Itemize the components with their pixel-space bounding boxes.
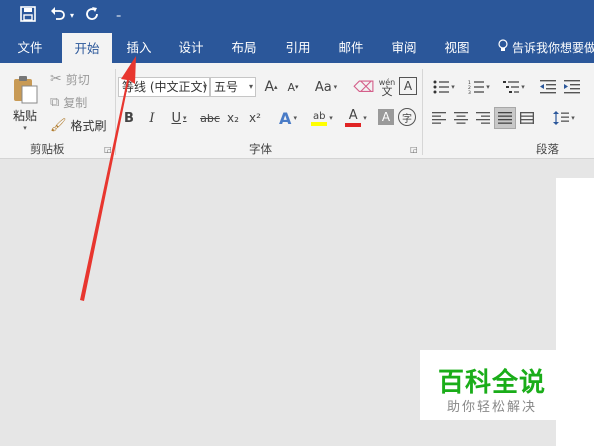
red-arrow-icon <box>80 56 136 301</box>
annotation-arrow <box>80 56 136 301</box>
